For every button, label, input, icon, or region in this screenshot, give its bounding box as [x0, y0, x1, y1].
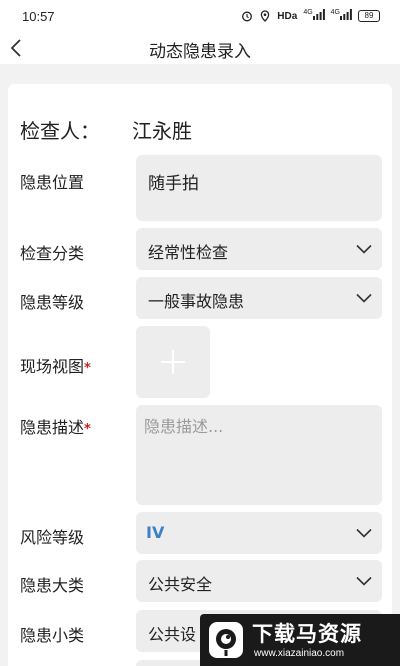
status-icons: HDa 4G 4G 89: [241, 9, 380, 23]
alarm-icon: [242, 11, 253, 22]
chevron-down-icon: [356, 576, 372, 586]
check-type-select[interactable]: 经常性检查: [136, 228, 382, 270]
nav-bar: 动态隐患录入: [0, 34, 400, 64]
location-label: 隐患位置: [20, 173, 85, 192]
plus-icon: [161, 350, 185, 374]
risk-level-value: IV: [146, 523, 165, 542]
risk-level-select[interactable]: IV: [136, 512, 382, 554]
signal-2-icon: 4G: [331, 9, 352, 23]
location-field[interactable]: 随手拍: [136, 155, 382, 221]
required-mark: *: [84, 422, 91, 437]
network-type: HDa: [277, 10, 298, 22]
watermark-url: www.xiazainiao.com: [254, 648, 345, 659]
hazard-level-label: 隐患等级: [20, 293, 85, 312]
battery-icon: 89: [358, 10, 380, 22]
bird-logo-icon: [209, 622, 243, 658]
description-label-text: 隐患描述: [20, 418, 85, 437]
description-label: 隐患描述*: [20, 414, 91, 438]
watermark: 下载马资源 www.xiazainiao.com: [200, 614, 400, 666]
description-placeholder: 隐患描述...: [144, 417, 224, 436]
status-time: 10:57: [22, 9, 55, 24]
inspector-name: 江永胜: [132, 119, 192, 143]
form-card: 检查人： 江永胜 隐患位置 随手拍 检查分类 经常性检查 隐患等级 一般事故隐患…: [8, 84, 392, 666]
description-textarea[interactable]: 隐患描述...: [136, 405, 382, 505]
hazard-subcategory-value: 公共设: [148, 625, 197, 644]
hazard-category-select[interactable]: 公共安全: [136, 560, 382, 602]
check-type-label: 检查分类: [20, 244, 85, 263]
site-photo-label: 现场视图*: [20, 353, 91, 377]
inspector-label: 检查人：: [20, 119, 100, 143]
status-bar: 10:57 HDa 4G 4G 89: [0, 0, 400, 34]
page-title: 动态隐患录入: [149, 42, 251, 62]
chevron-down-icon: [356, 244, 372, 254]
chevron-down-icon: [356, 528, 372, 538]
risk-level-label: 风险等级: [20, 528, 85, 547]
required-mark: *: [84, 361, 91, 376]
location-value: 随手拍: [148, 174, 199, 194]
chevron-down-icon: [356, 293, 372, 303]
site-photo-label-text: 现场视图: [20, 357, 85, 376]
check-type-value: 经常性检查: [148, 243, 229, 262]
signal-1-icon: 4G: [303, 9, 325, 23]
hazard-level-select[interactable]: 一般事故隐患: [136, 277, 382, 319]
hazard-category-value: 公共安全: [148, 575, 213, 594]
hazard-category-label: 隐患大类: [20, 576, 85, 595]
watermark-title: 下载马资源: [252, 622, 362, 646]
add-photo-button[interactable]: [136, 326, 210, 398]
location-icon: [261, 10, 270, 22]
hazard-level-value: 一般事故隐患: [148, 292, 245, 311]
hazard-subcategory-label: 隐患小类: [20, 626, 85, 645]
